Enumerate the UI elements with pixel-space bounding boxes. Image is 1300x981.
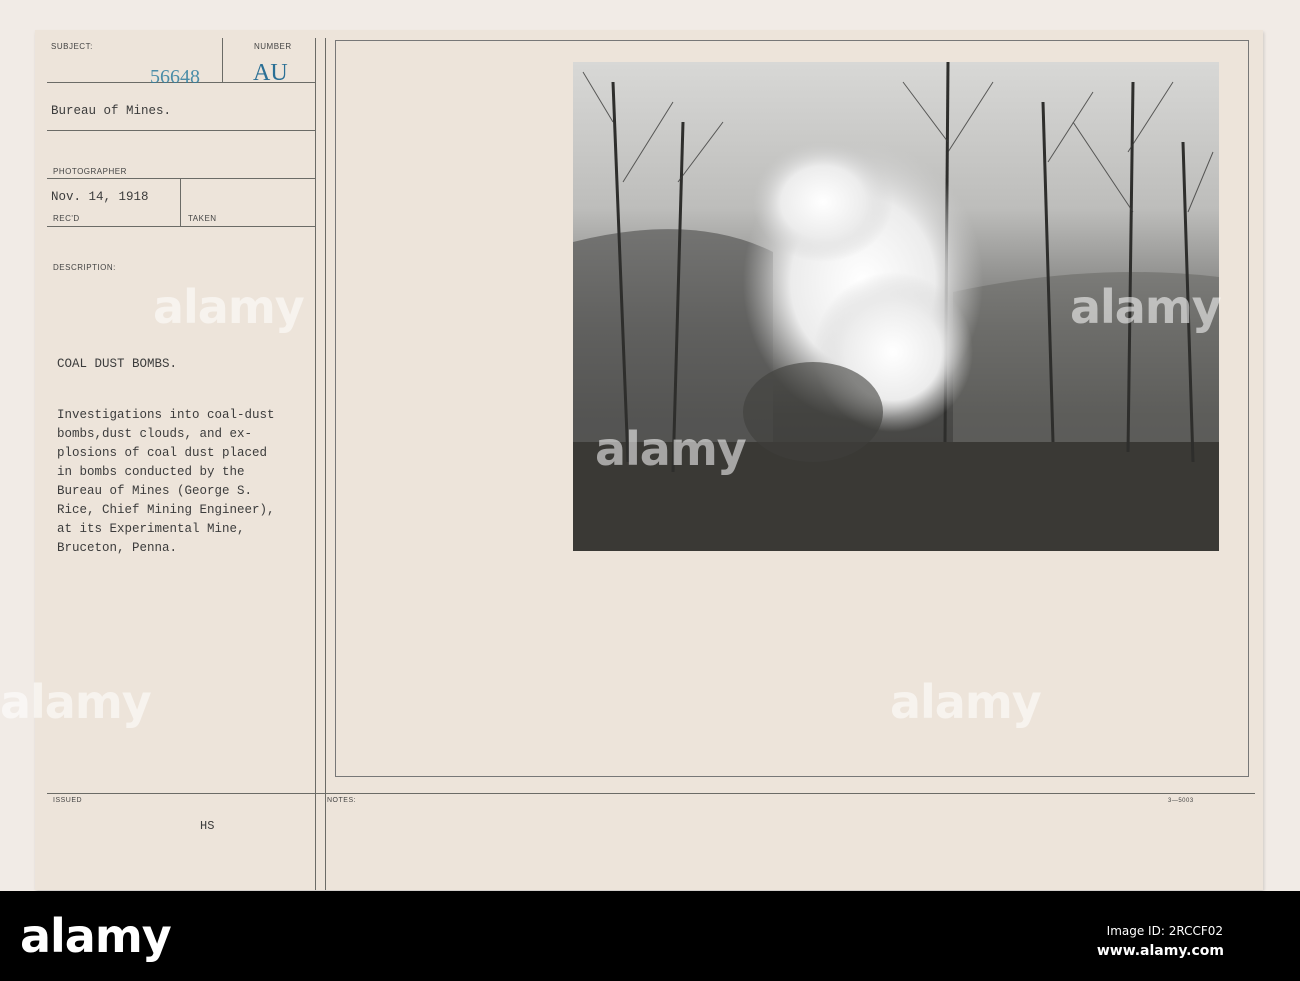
divider — [315, 38, 316, 890]
issued-label: ISSUED — [53, 797, 83, 804]
watermark-logo: alamy — [890, 675, 1042, 729]
description-line: in bombs conducted by the — [57, 465, 245, 479]
description-text: Investigations into coal-dust bombs,dust… — [57, 406, 275, 558]
description-line: Rice, Chief Mining Engineer), — [57, 503, 275, 517]
description-title: COAL DUST BOMBS. — [57, 357, 178, 371]
form-number: 3—5003 — [1168, 798, 1194, 804]
alamy-footer-bar: alamy Image ID: 2RCCF02 www.alamy.com — [0, 891, 1300, 981]
description-label: DESCRIPTION: — [53, 263, 116, 272]
photo-record-card: SUBJECT: NUMBER 56648 AU Bureau of Mines… — [0, 30, 1263, 890]
issued-initials: HS — [200, 819, 215, 833]
watermark-logo: alamy — [1070, 280, 1222, 334]
subject-value: Bureau of Mines. — [51, 104, 172, 118]
photographer-label: PHOTOGRAPHER — [53, 167, 127, 176]
notes-label: NOTES: — [327, 797, 357, 804]
image-id: Image ID: 2RCCF02 — [1106, 924, 1223, 938]
subject-label: SUBJECT: — [51, 42, 93, 51]
alamy-logo: alamy — [20, 909, 172, 963]
received-date: Nov. 14, 1918 — [51, 190, 149, 204]
alamy-url: www.alamy.com — [1096, 943, 1224, 959]
divider — [47, 130, 315, 131]
description-line: Bureau of Mines (George S. — [57, 484, 253, 498]
watermark-logo: alamy — [595, 422, 747, 476]
number-label: NUMBER — [254, 42, 292, 51]
description-line: Investigations into coal-dust — [57, 408, 275, 422]
watermark-logo: alamy — [0, 675, 152, 729]
divider — [180, 178, 181, 226]
description-line: plosions of coal dust placed — [57, 446, 268, 460]
divider — [47, 178, 315, 179]
number-stamp: 56648 — [150, 66, 200, 88]
description-line: bombs,dust clouds, and ex- — [57, 427, 253, 441]
description-line: at its Experimental Mine, — [57, 522, 245, 536]
description-line: Bruceton, Penna. — [57, 541, 178, 555]
number-suffix: AU — [253, 60, 288, 86]
divider — [47, 226, 315, 227]
recd-label: REC'D — [53, 214, 80, 223]
taken-label: TAKEN — [188, 214, 217, 223]
watermark-logo: alamy — [153, 280, 305, 334]
divider — [222, 38, 223, 82]
divider — [47, 793, 1255, 794]
divider — [325, 38, 326, 890]
